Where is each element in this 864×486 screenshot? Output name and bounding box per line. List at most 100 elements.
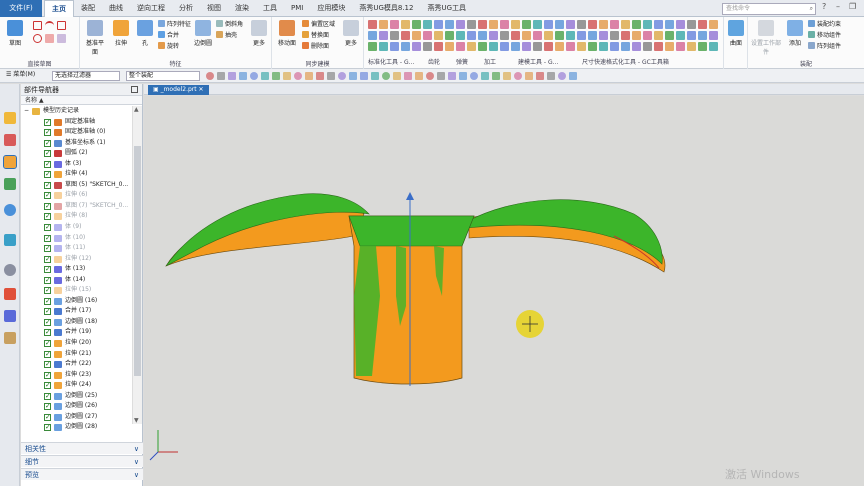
- visibility-checkbox[interactable]: [44, 412, 51, 422]
- arc-icon[interactable]: [45, 21, 54, 30]
- visibility-checkbox[interactable]: [44, 296, 51, 306]
- snap-tool-icon[interactable]: [558, 72, 566, 80]
- replace-face-button[interactable]: 替换面: [302, 31, 329, 40]
- tab-7[interactable]: 工具: [256, 0, 284, 17]
- toolbox-tool-icon[interactable]: [632, 31, 641, 40]
- model-canvas[interactable]: [144, 96, 864, 486]
- toolbox-tool-icon[interactable]: [390, 42, 399, 51]
- clock-icon[interactable]: [4, 264, 16, 276]
- toolbox-tool-icon[interactable]: [379, 20, 388, 29]
- toolbox-tool-icon[interactable]: [588, 42, 597, 51]
- toolbox-tool-icon[interactable]: [511, 20, 520, 29]
- toolbox-tool-icon[interactable]: [522, 20, 531, 29]
- snap-tool-icon[interactable]: [316, 72, 324, 80]
- hole-button[interactable]: 孔: [134, 20, 156, 47]
- scroll-thumb[interactable]: [134, 146, 141, 376]
- visibility-checkbox[interactable]: [44, 254, 51, 264]
- visibility-checkbox[interactable]: [44, 190, 51, 201]
- move-component-button[interactable]: 移动组件: [808, 31, 841, 40]
- pattern-component-button[interactable]: 阵列组件: [808, 42, 841, 51]
- trim-icon[interactable]: [57, 34, 66, 43]
- tree-row[interactable]: 拉伸 (24): [21, 380, 132, 391]
- toolbox-tool-icon[interactable]: [445, 42, 454, 51]
- command-search-input[interactable]: 查找命令 ⌕: [722, 3, 816, 15]
- visibility-checkbox[interactable]: [44, 359, 51, 370]
- toolbox-tool-icon[interactable]: [599, 20, 608, 29]
- toolbox-tool-icon[interactable]: [544, 31, 553, 40]
- part-navigator-icon[interactable]: [3, 155, 17, 169]
- tree-row[interactable]: 体 (14): [21, 275, 132, 286]
- toolbox-tool-icon[interactable]: [456, 42, 465, 51]
- toolbox-tool-icon[interactable]: [390, 31, 399, 40]
- visibility-checkbox[interactable]: [44, 380, 51, 391]
- snap-tool-icon[interactable]: [349, 72, 357, 80]
- toolbox-tool-icon[interactable]: [379, 42, 388, 51]
- visibility-checkbox[interactable]: [44, 138, 51, 148]
- snap-tool-icon[interactable]: [250, 72, 258, 80]
- visibility-checkbox[interactable]: [44, 148, 51, 159]
- toolbox-tool-icon[interactable]: [445, 31, 454, 40]
- tab-11[interactable]: 燕秀UG工具: [420, 0, 473, 17]
- tree-row[interactable]: 体 (10): [21, 233, 132, 244]
- visibility-checkbox[interactable]: [44, 117, 51, 127]
- tree-row[interactable]: 圆弧 (2): [21, 148, 132, 159]
- snap-tool-icon[interactable]: [503, 72, 511, 80]
- toolbox-tool-icon[interactable]: [687, 31, 696, 40]
- tab-10[interactable]: 燕秀UG模具8.12: [352, 0, 420, 17]
- tab-4[interactable]: 分析: [172, 0, 200, 17]
- chamfer-button[interactable]: 倒斜角: [216, 20, 243, 29]
- line-icon[interactable]: [33, 21, 42, 30]
- snap-tool-icon[interactable]: [415, 72, 423, 80]
- tree-row[interactable]: 边倒圆 (16): [21, 296, 132, 307]
- snap-tool-icon[interactable]: [382, 72, 390, 80]
- tree-row[interactable]: 体 (3): [21, 159, 132, 170]
- move-face-button[interactable]: 移动面: [276, 20, 298, 47]
- toolbox-tool-icon[interactable]: [533, 42, 542, 51]
- visibility-checkbox[interactable]: [44, 264, 51, 275]
- snap-tool-icon[interactable]: [206, 72, 214, 80]
- toolbox-tool-icon[interactable]: [665, 42, 674, 51]
- toolbox-tool-icon[interactable]: [401, 42, 410, 51]
- edge-blend-button[interactable]: 边倒圆: [192, 20, 214, 47]
- visibility-checkbox[interactable]: [44, 201, 51, 211]
- tree-row[interactable]: − 模型历史记录: [21, 106, 132, 117]
- toolbox-tool-icon[interactable]: [555, 20, 564, 29]
- circle-icon[interactable]: [33, 34, 42, 43]
- snap-tool-icon[interactable]: [404, 72, 412, 80]
- visibility-checkbox[interactable]: [44, 327, 51, 338]
- close-icon[interactable]: ✕: [199, 86, 204, 93]
- snap-tool-icon[interactable]: [338, 72, 346, 80]
- chevron-up-icon[interactable]: ▲: [134, 106, 139, 113]
- toolbox-tool-icon[interactable]: [522, 31, 531, 40]
- snap-tool-icon[interactable]: [371, 72, 379, 80]
- toolbox-tool-icon[interactable]: [511, 31, 520, 40]
- toolbox-tool-icon[interactable]: [555, 42, 564, 51]
- sync-more-button[interactable]: 更多: [340, 20, 362, 47]
- toolbox-tool-icon[interactable]: [467, 42, 476, 51]
- tree-row[interactable]: 拉伸 (20): [21, 338, 132, 349]
- tree-row[interactable]: 体 (11): [21, 243, 132, 254]
- toolbox-tool-icon[interactable]: [401, 20, 410, 29]
- toolbox-tool-icon[interactable]: [676, 42, 685, 51]
- toolbox-tool-icon[interactable]: [654, 42, 663, 51]
- graphics-window[interactable]: [144, 96, 864, 486]
- toolbox-tool-icon[interactable]: [687, 42, 696, 51]
- visibility-checkbox[interactable]: [44, 370, 51, 380]
- constraint-navigator-icon[interactable]: [4, 134, 16, 146]
- snap-tool-icon[interactable]: [492, 72, 500, 80]
- toolbox-tool-icon[interactable]: [632, 42, 641, 51]
- extrude-button[interactable]: 拉伸: [110, 20, 132, 47]
- visibility-checkbox[interactable]: [44, 285, 51, 296]
- tree-row[interactable]: 基准坐标系 (1): [21, 138, 132, 149]
- toolbox-tool-icon[interactable]: [423, 31, 432, 40]
- snap-tool-icon[interactable]: [437, 72, 445, 80]
- tab-9[interactable]: 应用模块: [310, 0, 352, 17]
- restore-icon[interactable]: ❐: [849, 2, 856, 11]
- visibility-checkbox[interactable]: [44, 222, 51, 233]
- toolbox-tool-icon[interactable]: [566, 20, 575, 29]
- visibility-checkbox[interactable]: [44, 211, 51, 222]
- toolbox-tool-icon[interactable]: [412, 20, 421, 29]
- tree-row[interactable]: 合并 (17): [21, 306, 132, 317]
- unite-button[interactable]: 合并: [158, 31, 179, 40]
- toolbox-tool-icon[interactable]: [665, 20, 674, 29]
